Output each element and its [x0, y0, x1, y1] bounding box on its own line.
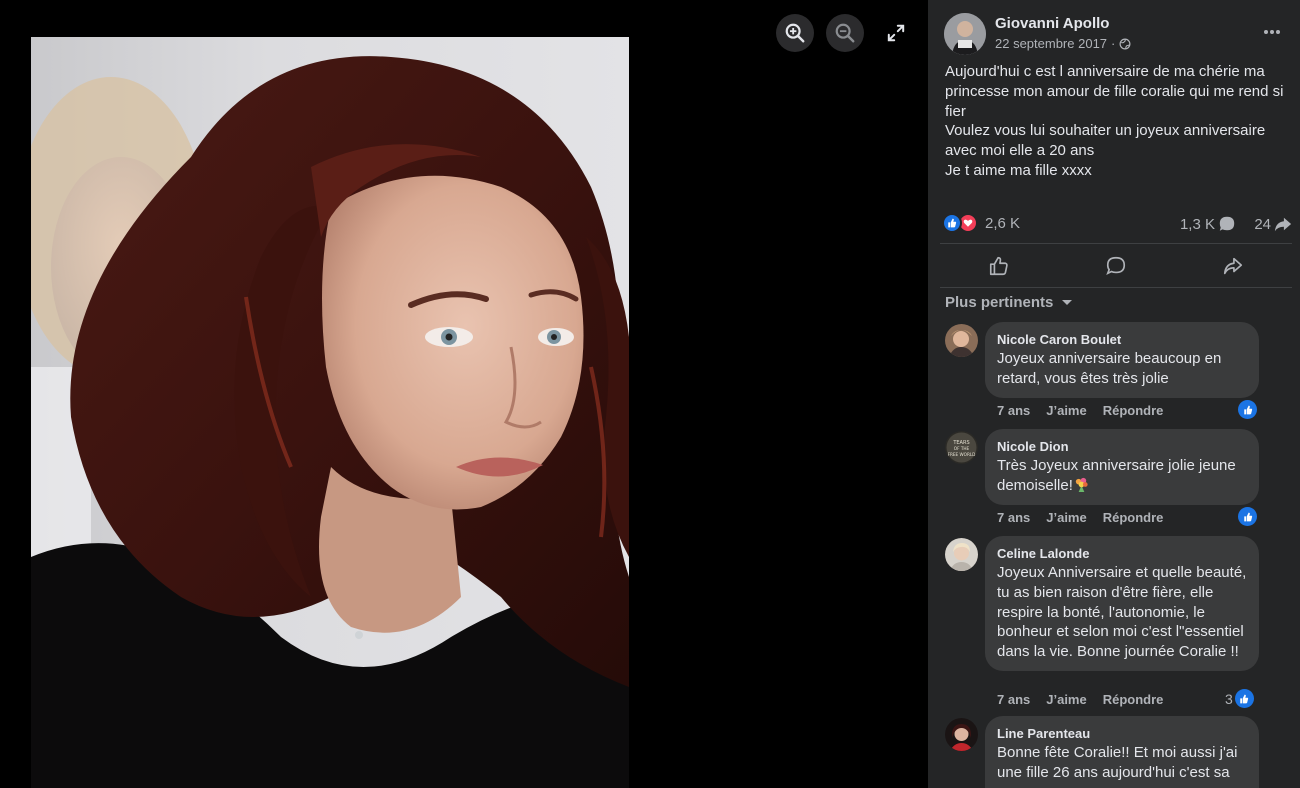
comment-age[interactable]: 7 ans [997, 403, 1030, 418]
commenter-name[interactable]: Line Parenteau [997, 725, 1247, 742]
zoom-out-button[interactable] [826, 14, 864, 52]
comment-actions: 7 ans J’aime Répondre [997, 510, 1163, 525]
photo-viewer [0, 0, 928, 788]
post-date[interactable]: 22 septembre 2017 [995, 36, 1107, 51]
commenter-avatar[interactable]: TEARS OF THE FREE WORLD [945, 431, 978, 464]
commenter-name[interactable]: Celine Lalonde [997, 545, 1247, 562]
like-reaction-icon [1238, 400, 1257, 419]
commenter-avatar[interactable] [945, 718, 978, 751]
share-arrow-icon [1274, 217, 1292, 232]
like-reaction-icon [1238, 507, 1257, 526]
zoom-in-button[interactable] [776, 14, 814, 52]
post-text-line: Je t aime ma fille xxxx [945, 161, 1092, 179]
post-actions [940, 246, 1292, 286]
comment-bubble: Line Parenteau Bonne fête Coralie!! Et m… [985, 716, 1259, 788]
svg-text:OF THE: OF THE [954, 446, 970, 451]
fullscreen-icon [887, 24, 905, 42]
portrait-illustration [31, 56, 629, 788]
comment-actions: 7 ans J’aime Répondre [997, 403, 1163, 418]
share-button[interactable] [1175, 246, 1292, 286]
post-stats: 2,6 K 1,3 K 24 [942, 210, 1292, 238]
comment-item: Celine Lalonde Joyeux Anniversaire et qu… [945, 536, 1285, 716]
comment-item: Nicole Caron Boulet Joyeux anniversaire … [945, 322, 1285, 422]
shares-count[interactable]: 24 [1254, 215, 1292, 233]
shares-count-value: 24 [1254, 215, 1271, 233]
comment-reply-link[interactable]: Répondre [1103, 692, 1164, 707]
comment-bubble: Celine Lalonde Joyeux Anniversaire et qu… [985, 536, 1259, 671]
like-reaction-icon [942, 213, 962, 233]
comments-count-value: 1,3 K [1179, 215, 1215, 233]
post-text-line: Voulez vous lui souhaiter un joyeux anni… [945, 122, 1266, 160]
zoom-out-icon [835, 23, 855, 43]
comment-like-link[interactable]: J’aime [1046, 403, 1086, 418]
sort-label: Plus pertinents [945, 294, 1054, 311]
comment-sort-dropdown[interactable]: Plus pertinents [945, 294, 1073, 311]
zoom-in-icon [785, 23, 805, 43]
post-text: Aujourd'hui c est l anniversaire de ma c… [945, 62, 1295, 181]
comment-item: Line Parenteau Bonne fête Coralie!! Et m… [945, 716, 1285, 788]
comment-text: Très Joyeux anniversaire jolie jeune dem… [997, 456, 1247, 496]
like-reaction-icon [1234, 689, 1254, 708]
globe-icon [1119, 38, 1131, 49]
divider [940, 243, 1292, 244]
reactions-summary[interactable]: 2,6 K [942, 213, 1020, 233]
reactions-count: 2,6 K [985, 214, 1021, 232]
post-side-panel: Giovanni Apollo 22 septembre 2017 · Aujo… [928, 0, 1300, 788]
author-name[interactable]: Giovanni Apollo [995, 15, 1109, 32]
comment-icon [1106, 256, 1126, 276]
commenter-name[interactable]: Nicole Caron Boulet [997, 331, 1247, 348]
comments-count[interactable]: 1,3 K [1180, 215, 1236, 233]
comment-reaction[interactable] [1238, 507, 1257, 526]
comment-button[interactable] [1057, 246, 1174, 286]
comment-reaction[interactable]: 3 [1225, 689, 1254, 708]
divider [940, 287, 1292, 288]
post-photo[interactable] [31, 37, 629, 788]
fullscreen-button[interactable] [877, 14, 915, 52]
comment-like-link[interactable]: J’aime [1046, 692, 1086, 707]
share-icon [1224, 257, 1243, 275]
thumbs-up-icon [989, 256, 1008, 276]
commenter-avatar[interactable] [945, 538, 978, 571]
svg-text:FREE WORLD: FREE WORLD [948, 452, 976, 457]
comment-age[interactable]: 7 ans [997, 692, 1030, 707]
comment-bubble: Nicole Dion Très Joyeux anniversaire jol… [985, 429, 1259, 505]
post-meta: 22 septembre 2017 · [995, 36, 1131, 51]
chevron-down-icon [1062, 299, 1073, 305]
comment-actions: 7 ans J’aime Répondre [997, 692, 1163, 707]
comment-text-body: Très Joyeux anniversaire jolie jeune dem… [997, 457, 1236, 494]
comment-reaction-count: 3 [1225, 690, 1233, 707]
comment-text: Joyeux Anniversaire et quelle beauté, tu… [997, 564, 1247, 661]
meta-separator: · [1111, 36, 1116, 51]
comment-like-link[interactable]: J’aime [1046, 510, 1086, 525]
comment-bubble: Nicole Caron Boulet Joyeux anniversaire … [985, 322, 1259, 398]
comment-reaction[interactable] [1238, 400, 1257, 419]
like-button[interactable] [940, 246, 1057, 286]
comment-reply-link[interactable]: Répondre [1103, 510, 1164, 525]
author-avatar[interactable] [944, 13, 986, 55]
comment-text: Bonne fête Coralie!! Et moi aussi j'ai u… [997, 744, 1238, 781]
avatar-image [944, 13, 986, 55]
commenter-name[interactable]: Nicole Dion [997, 438, 1247, 455]
comment-reply-link[interactable]: Répondre [1103, 403, 1164, 418]
comment-age[interactable]: 7 ans [997, 510, 1030, 525]
comment-text: Joyeux anniversaire beaucoup en retard, … [997, 350, 1222, 387]
post-text-line: Aujourd'hui c est l anniversaire de ma c… [945, 63, 1284, 120]
more-options-button[interactable] [1258, 19, 1286, 45]
comment-item: TEARS OF THE FREE WORLD Nicole Dion Très J… [945, 429, 1285, 529]
commenter-avatar[interactable] [945, 324, 978, 357]
comment-bubble-icon [1219, 216, 1235, 231]
post-header: Giovanni Apollo 22 septembre 2017 · [944, 13, 1286, 57]
more-dots-icon [1264, 30, 1280, 34]
bouquet-emoji-icon [1075, 477, 1088, 492]
